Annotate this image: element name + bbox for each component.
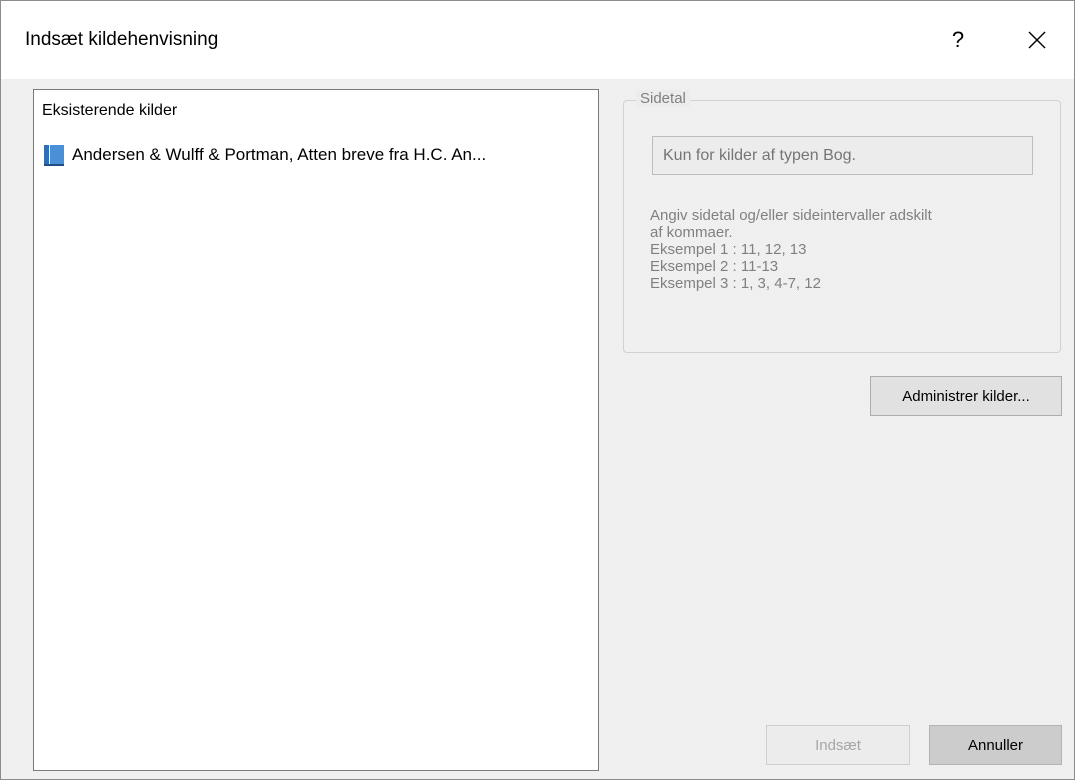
help-button[interactable]: ? (936, 17, 980, 63)
page-number-group: Sidetal Angiv sidetal og/eller sideinter… (623, 90, 1061, 353)
existing-sources-header: Eksisterende kilder (42, 102, 178, 119)
title-bar: Indsæt kildehenvisning ? (1, 1, 1074, 79)
help-line: Angiv sidetal og/eller sideintervaller a… (650, 207, 932, 224)
insert-citation-dialog: Indsæt kildehenvisning ? Eksisterende ki… (0, 0, 1075, 780)
dialog-body: Eksisterende kilder Andersen & Wulff & P… (1, 79, 1074, 779)
help-line: Eksempel 2 : 11-13 (650, 258, 779, 275)
existing-sources-list[interactable]: Eksisterende kilder Andersen & Wulff & P… (33, 89, 599, 771)
insert-button[interactable]: Indsæt (766, 725, 910, 765)
manage-sources-button[interactable]: Administrer kilder... (870, 376, 1062, 416)
close-icon (1028, 31, 1046, 49)
page-number-legend: Sidetal (636, 90, 690, 107)
help-line: Eksempel 3 : 1, 3, 4-7, 12 (650, 275, 821, 292)
dialog-title: Indsæt kildehenvisning (25, 29, 219, 50)
source-list-item[interactable]: Andersen & Wulff & Portman, Atten breve … (42, 142, 590, 168)
page-number-help-text: Angiv sidetal og/eller sideintervaller a… (650, 207, 1050, 292)
cancel-button[interactable]: Annuller (929, 725, 1062, 765)
page-number-input[interactable] (652, 136, 1033, 175)
book-icon (44, 145, 64, 166)
help-line: Eksempel 1 : 11, 12, 13 (650, 241, 807, 258)
close-button[interactable] (1007, 17, 1067, 63)
source-list-item-label: Andersen & Wulff & Portman, Atten breve … (72, 145, 487, 164)
help-line: af kommaer. (650, 224, 733, 241)
